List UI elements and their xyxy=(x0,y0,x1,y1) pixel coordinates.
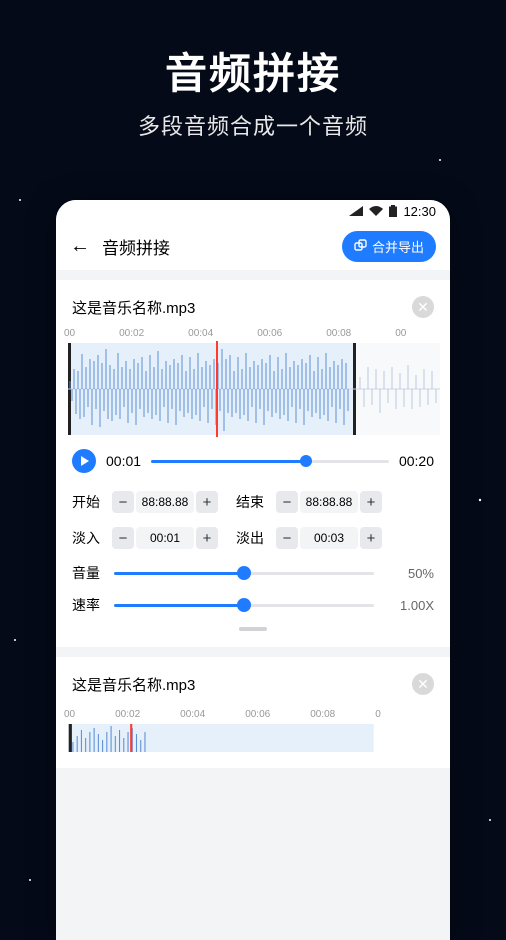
speed-label: 速率 xyxy=(72,595,104,615)
waveform[interactable] xyxy=(56,343,450,435)
start-minus-button[interactable]: − xyxy=(112,491,134,513)
fadeout-plus-button[interactable]: + xyxy=(360,527,382,549)
end-minus-button[interactable]: − xyxy=(276,491,298,513)
start-plus-button[interactable]: + xyxy=(196,491,218,513)
volume-label: 音量 xyxy=(72,563,104,583)
end-stepper: − 88:88.88 + xyxy=(276,491,382,513)
play-slider[interactable] xyxy=(151,460,389,463)
waveform[interactable] xyxy=(56,724,450,752)
speed-value: 1.00X xyxy=(384,598,434,613)
app-header: ← 音频拼接 合并导出 xyxy=(56,222,450,270)
playhead[interactable] xyxy=(216,341,218,437)
end-label: 结束 xyxy=(236,492,268,512)
fadeout-label: 淡出 xyxy=(236,528,268,548)
merge-icon xyxy=(354,239,368,253)
fadein-plus-button[interactable]: + xyxy=(196,527,218,549)
start-label: 开始 xyxy=(72,492,104,512)
waveform-svg xyxy=(56,724,450,752)
status-bar: 12:30 xyxy=(56,200,450,222)
fadeout-stepper: − 00:03 + xyxy=(276,527,382,549)
drag-handle[interactable] xyxy=(239,627,267,631)
volume-slider[interactable] xyxy=(114,572,374,575)
play-button[interactable] xyxy=(72,449,96,473)
remove-clip-button[interactable]: ✕ xyxy=(412,673,434,695)
time-ruler: 00 00:02 00:04 00:06 00:08 00 xyxy=(56,328,450,339)
start-value[interactable]: 88:88.88 xyxy=(136,491,194,513)
start-stepper: − 88:88.88 + xyxy=(112,491,218,513)
fadein-value[interactable]: 00:01 xyxy=(136,527,194,549)
time-ruler: 00 00:02 00:04 00:06 00:08 0 xyxy=(56,709,450,720)
export-label: 合并导出 xyxy=(372,237,424,256)
status-time: 12:30 xyxy=(403,204,436,219)
speed-slider[interactable] xyxy=(114,604,374,607)
back-icon[interactable]: ← xyxy=(70,235,90,258)
fadeout-value[interactable]: 00:03 xyxy=(300,527,358,549)
volume-slider-thumb[interactable] xyxy=(237,566,251,580)
play-position: 00:01 xyxy=(106,453,141,469)
phone-frame: 12:30 ← 音频拼接 合并导出 这是音乐名称.mp3 ✕ 00 00:02 … xyxy=(56,200,450,940)
volume-value: 50% xyxy=(384,566,434,581)
end-value[interactable]: 88:88.88 xyxy=(300,491,358,513)
audio-clip-card: 这是音乐名称.mp3 ✕ 00 00:02 00:04 00:06 00:08 … xyxy=(56,657,450,768)
hero-title: 音频拼接 xyxy=(0,40,506,101)
battery-icon xyxy=(389,205,397,217)
fadein-stepper: − 00:01 + xyxy=(112,527,218,549)
page-title: 音频拼接 xyxy=(102,234,330,259)
end-plus-button[interactable]: + xyxy=(360,491,382,513)
clip-filename: 这是音乐名称.mp3 xyxy=(72,297,404,318)
audio-clip-card: 这是音乐名称.mp3 ✕ 00 00:02 00:04 00:06 00:08 … xyxy=(56,280,450,647)
speed-slider-thumb[interactable] xyxy=(237,598,251,612)
fadein-label: 淡入 xyxy=(72,528,104,548)
waveform-svg xyxy=(68,343,440,435)
signal-icon xyxy=(349,206,363,216)
hero-subtitle: 多段音频合成一个音频 xyxy=(0,109,506,141)
play-slider-thumb[interactable] xyxy=(300,455,312,467)
clip-filename: 这是音乐名称.mp3 xyxy=(72,674,404,695)
play-duration: 00:20 xyxy=(399,453,434,469)
remove-clip-button[interactable]: ✕ xyxy=(412,296,434,318)
wifi-icon xyxy=(369,206,383,216)
fadein-minus-button[interactable]: − xyxy=(112,527,134,549)
fadeout-minus-button[interactable]: − xyxy=(276,527,298,549)
merge-export-button[interactable]: 合并导出 xyxy=(342,231,436,262)
